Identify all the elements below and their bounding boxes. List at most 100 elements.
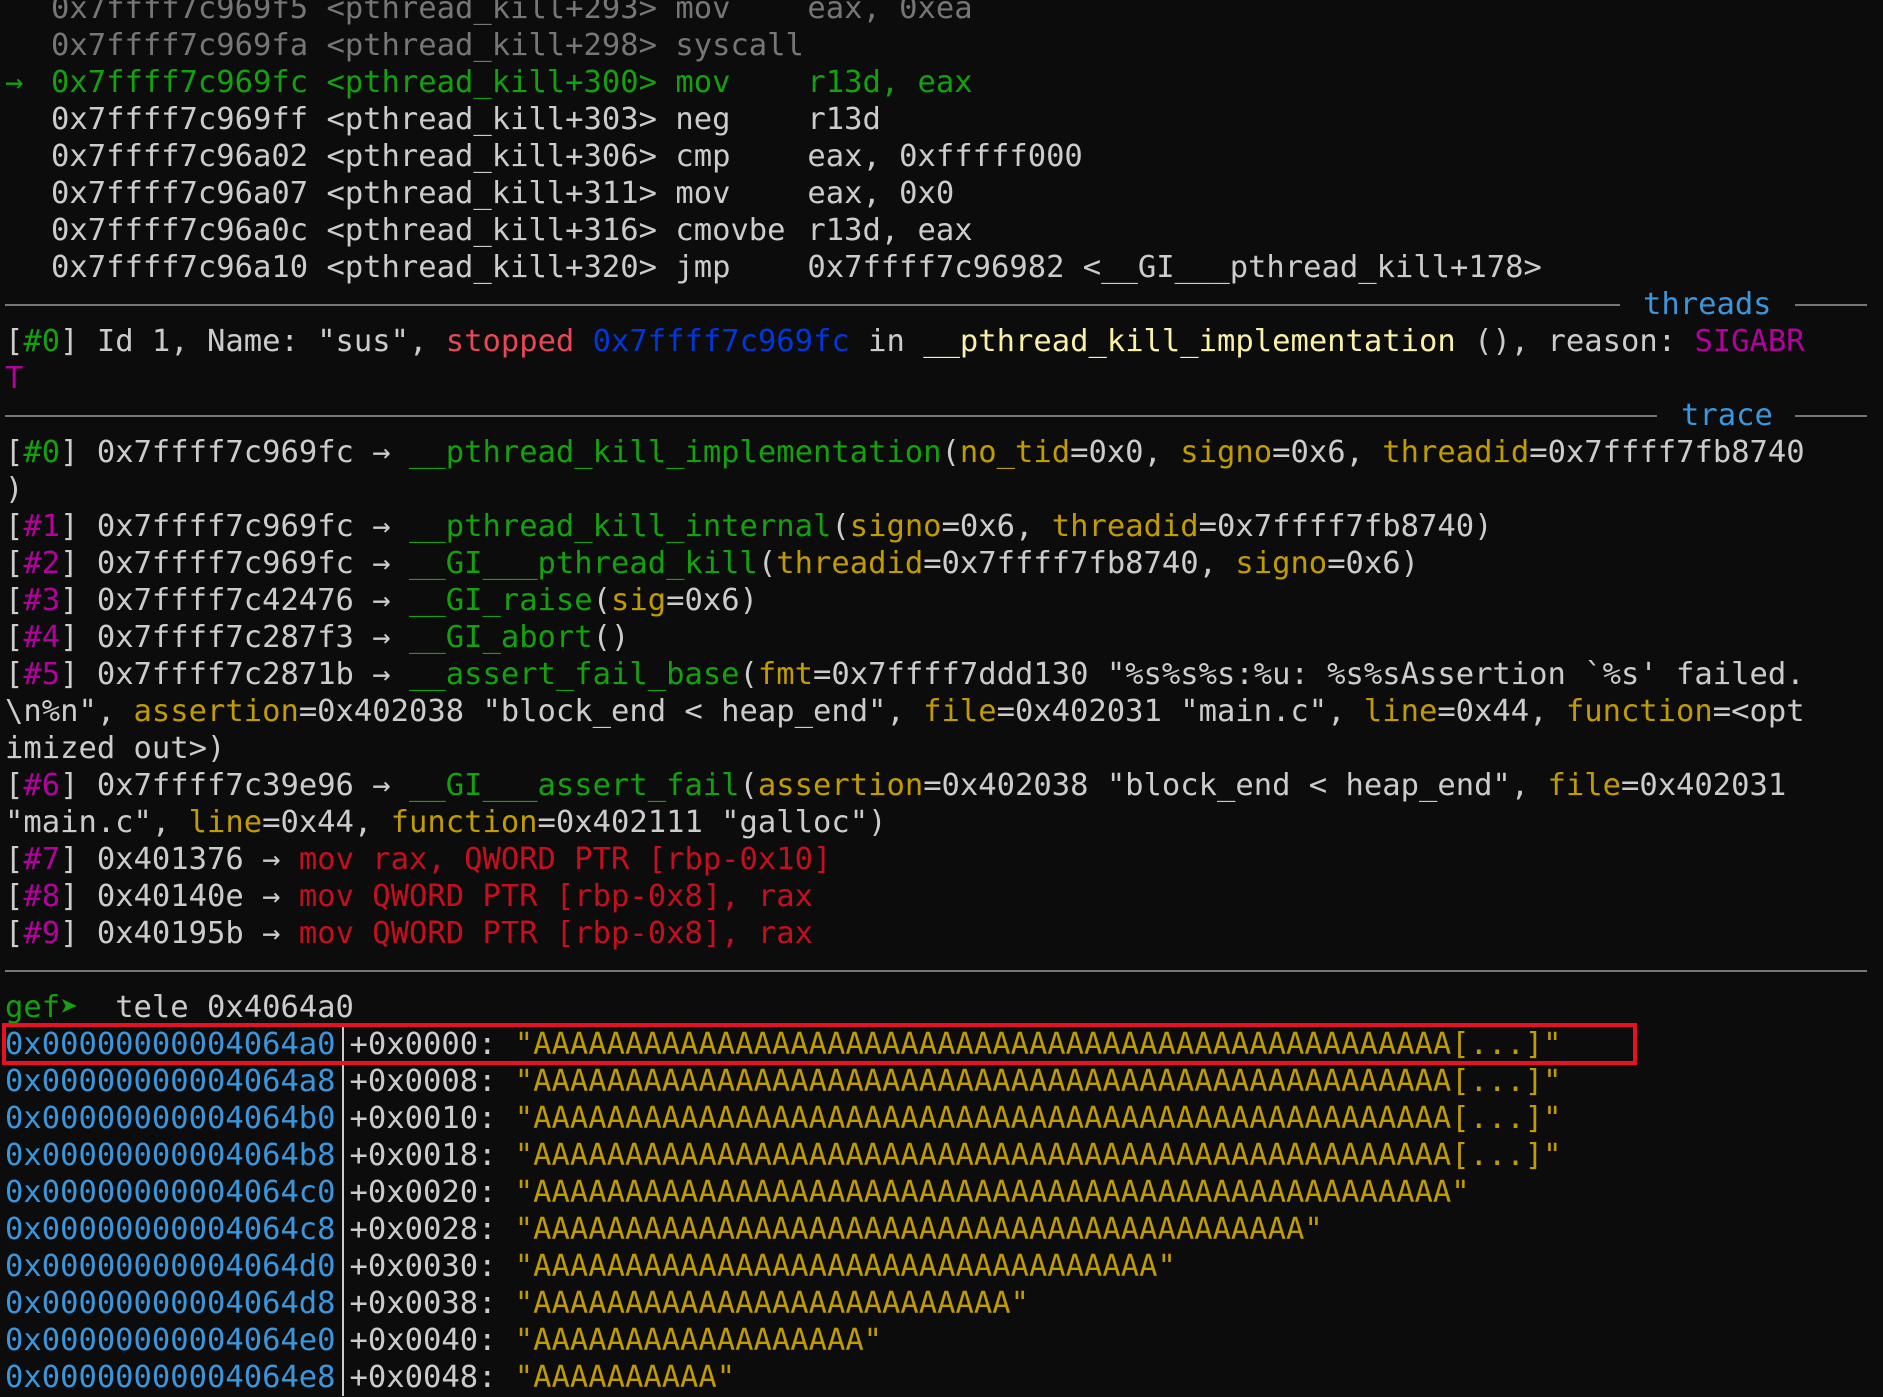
telescope-value: "AAAAAAAAAAAAAAAAAA" bbox=[514, 1323, 883, 1358]
disasm-address: 0x7ffff7c96a10 bbox=[51, 250, 309, 285]
disasm-operands: eax, 0xea bbox=[807, 0, 973, 26]
column-separator bbox=[341, 1211, 344, 1248]
thread-line-wrap: T bbox=[5, 361, 24, 396]
frame-index: #0 bbox=[23, 435, 61, 470]
thread-function: __pthread_kill_implementation bbox=[923, 324, 1456, 359]
telescope-address: 0x00000000004064c8 bbox=[5, 1212, 336, 1247]
disasm-operands: r13d, eax bbox=[807, 213, 973, 248]
telescope-address: 0x00000000004064e8 bbox=[5, 1360, 336, 1395]
disasm-operands: eax, 0x0 bbox=[807, 176, 955, 211]
threads-section-title: threads bbox=[1637, 286, 1778, 323]
telescope-address: 0x00000000004064a8 bbox=[5, 1064, 336, 1099]
command-input[interactable]: tele 0x4064a0 bbox=[97, 990, 354, 1025]
disasm-symbol: <pthread_kill+293> bbox=[326, 0, 657, 26]
disasm-opcode: neg bbox=[675, 102, 731, 137]
trace-frame-wrap: "main.c", line=0x44, function=0x402111 "… bbox=[5, 805, 887, 840]
disasm-line: 0x7ffff7c969f5 <pthread_kill+293> mov eax… bbox=[5, 0, 1875, 27]
disasm-opcode: syscall bbox=[675, 28, 804, 63]
disasm-opcode: mov bbox=[675, 0, 731, 26]
frame-index: #3 bbox=[23, 583, 61, 618]
trace-frame: [#6] 0x7ffff7c39e96 → __GI___assert_fail… bbox=[5, 768, 1787, 803]
telescope-value: "AAAAAAAAAAAAAAAAAAAAAAAAAAAAAAAAAAAAAAA… bbox=[514, 1101, 1562, 1136]
disasm-operands: r13d bbox=[807, 102, 881, 137]
disasm-line: 0x7ffff7c96a02 <pthread_kill+306> cmp eax… bbox=[5, 138, 1875, 175]
thread-reason: SIGABR bbox=[1694, 324, 1805, 359]
disasm-symbol: <pthread_kill+300> bbox=[326, 65, 657, 100]
disasm-symbol: <pthread_kill+306> bbox=[326, 139, 657, 174]
divider-tail bbox=[1795, 304, 1867, 306]
telescope-offset: +0x0020: bbox=[349, 1175, 515, 1210]
telescope-address: 0x00000000004064e0 bbox=[5, 1323, 336, 1358]
frame-function: __GI_abort bbox=[409, 620, 593, 655]
telescope-address: 0x00000000004064c0 bbox=[5, 1175, 336, 1210]
trace-frame-wrap: imized out>) bbox=[5, 731, 226, 766]
frame-index: #6 bbox=[23, 768, 61, 803]
disasm-line: 0x7ffff7c96a10 <pthread_kill+320> jmp 0x7… bbox=[5, 249, 1875, 286]
column-separator bbox=[341, 1063, 344, 1100]
trace-frame: [#3] 0x7ffff7c42476 → __GI_raise(sig=0x6… bbox=[5, 583, 758, 618]
disasm-operands: r13d, eax bbox=[807, 65, 973, 100]
disasm-opcode: mov bbox=[675, 65, 731, 100]
telescope-offset: +0x0028: bbox=[349, 1212, 515, 1247]
disasm-opcode: jmp bbox=[675, 250, 731, 285]
thread-address: 0x7ffff7c969fc bbox=[592, 324, 850, 359]
column-separator bbox=[341, 1100, 344, 1137]
disasm-opcode: cmp bbox=[675, 139, 731, 174]
thread-index: #0 bbox=[23, 324, 61, 359]
telescope-row: 0x00000000004064c8 +0x0028: "AAAAAAAAAAAA… bbox=[5, 1211, 1875, 1248]
prompt-label: gef➤ bbox=[5, 990, 97, 1025]
telescope-value: "AAAAAAAAAAAAAAAAAAAAAAAAAA" bbox=[514, 1286, 1029, 1321]
frame-function: __pthread_kill_implementation bbox=[409, 435, 942, 470]
disasm-opcode: cmovbe bbox=[675, 213, 786, 248]
frame-index: #4 bbox=[23, 620, 61, 655]
thread-status: stopped bbox=[445, 324, 575, 359]
telescope-row: 0x00000000004064e8 +0x0048: "AAAAAAAAAA" bbox=[5, 1359, 1875, 1396]
telescope-offset: +0x0030: bbox=[349, 1249, 515, 1284]
disasm-address: 0x7ffff7c969fa bbox=[51, 28, 309, 63]
telescope-address: 0x00000000004064b8 bbox=[5, 1138, 336, 1173]
frame-function: __pthread_kill_internal bbox=[409, 509, 832, 544]
disasm-address: 0x7ffff7c96a07 bbox=[51, 176, 309, 211]
telescope-address: 0x00000000004064d0 bbox=[5, 1249, 336, 1284]
terminal-window[interactable]: 0x7ffff7c969f5 <pthread_kill+293> mov eax… bbox=[5, 0, 1875, 1396]
telescope-row: 0x00000000004064b0 +0x0010: "AAAAAAAAAAAA… bbox=[5, 1100, 1875, 1137]
section-divider bbox=[5, 952, 1875, 989]
trace-section-title: trace bbox=[1675, 397, 1779, 434]
telescope-row: 0x00000000004064c0 +0x0020: "AAAAAAAAAAAA… bbox=[5, 1174, 1875, 1211]
column-separator bbox=[341, 1174, 344, 1211]
telescope-value: "AAAAAAAAAAAAAAAAAAAAAAAAAAAAAAAAAAAAAAA… bbox=[514, 1175, 1470, 1210]
frame-index: #2 bbox=[23, 546, 61, 581]
thread-info: Id 1, Name: "sus", bbox=[78, 324, 446, 359]
disasm-line: 0x7ffff7c96a0c <pthread_kill+316> cmovbe… bbox=[5, 212, 1875, 249]
telescope-row: 0x00000000004064d0 +0x0030: "AAAAAAAAAAAA… bbox=[5, 1248, 1875, 1285]
frame-index: #1 bbox=[23, 509, 61, 544]
telescope-row: 0x00000000004064a8 +0x0008: "AAAAAAAAAAAA… bbox=[5, 1063, 1875, 1100]
disasm-operands: 0x7ffff7c96982 <__GI___pthread_kill+178> bbox=[807, 250, 1542, 285]
column-separator bbox=[341, 1137, 344, 1174]
trace-frame: [#4] 0x7ffff7c287f3 → __GI_abort() bbox=[5, 620, 630, 655]
disasm-line: 0x7ffff7c96a07 <pthread_kill+311> mov eax… bbox=[5, 175, 1875, 212]
frame-instruction: mov QWORD PTR [rbp-0x8], rax bbox=[298, 879, 813, 914]
disasm-arrow: → bbox=[5, 65, 24, 100]
column-separator bbox=[341, 1359, 344, 1396]
telescope-value: "AAAAAAAAAAAAAAAAAAAAAAAAAAAAAAAAAAAAAAA… bbox=[514, 1212, 1323, 1247]
disasm-address: 0x7ffff7c96a02 bbox=[51, 139, 309, 174]
trace-section-divider: trace bbox=[5, 397, 1875, 434]
frame-index: #5 bbox=[23, 657, 61, 692]
trace-frame: [#9] 0x40195b → mov QWORD PTR [rbp-0x8],… bbox=[5, 916, 813, 951]
disasm-line: → 0x7ffff7c969fc <pthread_kill+300> mov r1… bbox=[5, 64, 1875, 101]
trace-frame: [#8] 0x40140e → mov QWORD PTR [rbp-0x8],… bbox=[5, 879, 813, 914]
column-separator bbox=[341, 1248, 344, 1285]
disasm-symbol: <pthread_kill+311> bbox=[326, 176, 657, 211]
telescope-row: 0x00000000004064e0 +0x0040: "AAAAAAAAAAAA… bbox=[5, 1322, 1875, 1359]
threads-section-divider: threads bbox=[5, 286, 1875, 323]
command-prompt[interactable]: gef➤ tele 0x4064a0 bbox=[5, 989, 1875, 1026]
frame-index: #7 bbox=[23, 842, 61, 877]
trace-frame: [#5] 0x7ffff7c2871b → __assert_fail_base… bbox=[5, 657, 1805, 692]
disasm-symbol: <pthread_kill+320> bbox=[326, 250, 657, 285]
telescope-address: 0x00000000004064b0 bbox=[5, 1101, 336, 1136]
trace-frame-wrap: ) bbox=[5, 472, 24, 507]
disasm-address: 0x7ffff7c969ff bbox=[51, 102, 309, 137]
disasm-opcode: mov bbox=[675, 176, 731, 211]
trace-frame: [#0] 0x7ffff7c969fc → __pthread_kill_imp… bbox=[5, 435, 1805, 470]
